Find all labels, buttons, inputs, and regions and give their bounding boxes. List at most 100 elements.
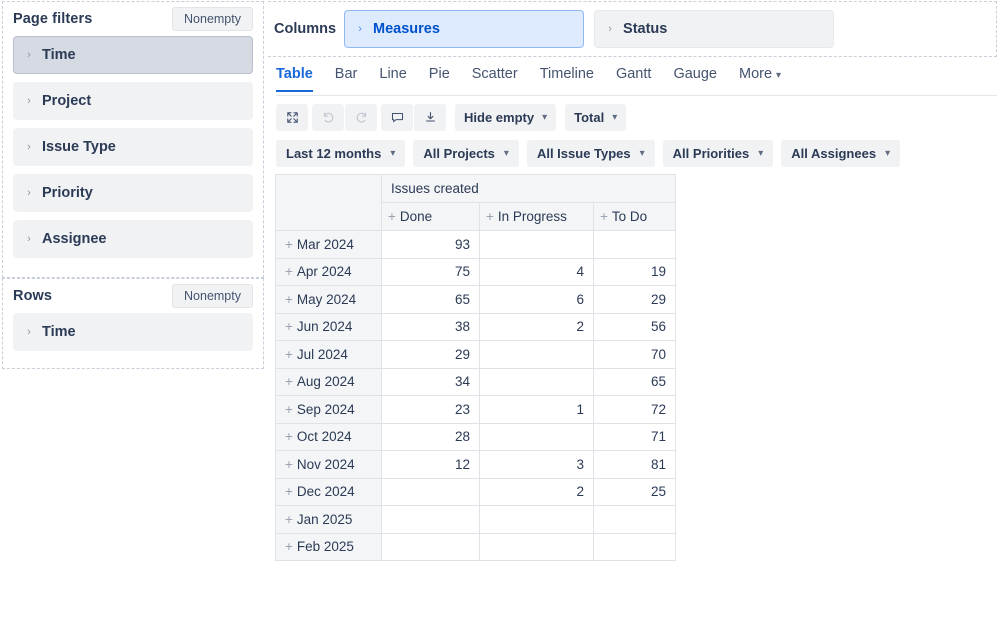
- pivot-row-header-feb-2025[interactable]: + Feb 2025: [275, 532, 382, 561]
- pivot-cell[interactable]: [381, 532, 480, 561]
- pivot-cell[interactable]: 25: [593, 477, 676, 506]
- pivot-cell[interactable]: 93: [381, 230, 480, 259]
- pivot-table-head: Issues created + Done + In Progress + To Do: [275, 174, 676, 231]
- pivot-cell[interactable]: [479, 340, 594, 369]
- pivot-cell[interactable]: [479, 367, 594, 396]
- pivot-cell[interactable]: [381, 505, 480, 534]
- pivot-cell[interactable]: 71: [593, 422, 676, 451]
- pivot-cell[interactable]: [479, 532, 594, 561]
- pivot-column-header-done[interactable]: + Done: [381, 202, 480, 231]
- pivot-row-header-dec-2024[interactable]: + Dec 2024: [275, 477, 382, 506]
- pivot-row-header-sep-2024[interactable]: + Sep 2024: [275, 395, 382, 424]
- undo-button[interactable]: [312, 104, 344, 131]
- rows-field-time[interactable]: › Time: [13, 313, 253, 351]
- pivot-cell[interactable]: 81: [593, 450, 676, 479]
- tab-table[interactable]: Table: [276, 63, 313, 92]
- rows-dropzone[interactable]: Rows Nonempty › Time: [2, 278, 264, 369]
- field-chip-label: Priority: [42, 185, 93, 201]
- pivot-cell[interactable]: 3: [479, 450, 594, 479]
- table-row: + Jul 2024 29 70: [275, 340, 676, 369]
- pivot-cell[interactable]: 19: [593, 257, 676, 286]
- pivot-row-header-jul-2024[interactable]: + Jul 2024: [275, 340, 382, 369]
- pivot-cell[interactable]: 34: [381, 367, 480, 396]
- tab-scatter[interactable]: Scatter: [472, 63, 518, 91]
- pivot-cell[interactable]: [593, 505, 676, 534]
- pivot-row-header-may-2024[interactable]: + May 2024: [275, 285, 382, 314]
- download-button[interactable]: [414, 104, 446, 131]
- pivot-row-header-aug-2024[interactable]: + Aug 2024: [275, 367, 382, 396]
- page-filters-dropzone[interactable]: Page filters Nonempty › Time › Project › Issu…: [2, 1, 264, 278]
- hide-empty-dropdown[interactable]: Hide empty ▾: [455, 104, 557, 131]
- pivot-cell[interactable]: 2: [479, 312, 594, 341]
- pivot-cell[interactable]: 2: [479, 477, 594, 506]
- pivot-cell[interactable]: [479, 230, 594, 259]
- pivot-cell[interactable]: 72: [593, 395, 676, 424]
- columns-dropzone[interactable]: Columns › Measures › Status: [268, 1, 997, 57]
- comment-button[interactable]: [381, 104, 413, 131]
- pivot-cell[interactable]: 56: [593, 312, 676, 341]
- table-row: + Nov 2024 12 3 81: [275, 450, 676, 479]
- chevron-right-icon: ›: [27, 187, 31, 199]
- rows-nonempty-button[interactable]: Nonempty: [172, 283, 253, 309]
- pivot-cell[interactable]: 28: [381, 422, 480, 451]
- pivot-row-header-mar-2024[interactable]: + Mar 2024: [275, 230, 382, 259]
- pivot-cell[interactable]: 4: [479, 257, 594, 286]
- redo-button[interactable]: [345, 104, 377, 131]
- pivot-cell[interactable]: 12: [381, 450, 480, 479]
- pivot-cell[interactable]: 23: [381, 395, 480, 424]
- pivot-row-header-label: Sep 2024: [296, 401, 355, 417]
- page-filter-project[interactable]: › Project: [13, 82, 253, 120]
- tab-pie[interactable]: Pie: [429, 63, 450, 91]
- pivot-row-header-jun-2024[interactable]: + Jun 2024: [275, 312, 382, 341]
- filter-chip-label: All Issue Types: [536, 146, 631, 161]
- filter-chip-all-issue-types[interactable]: All Issue Types ▾: [526, 140, 655, 167]
- filter-chip-all-assignees[interactable]: All Assignees ▾: [781, 140, 901, 167]
- pivot-cell[interactable]: 70: [593, 340, 676, 369]
- pivot-row-header-label: Feb 2025: [296, 539, 354, 555]
- pivot-cell[interactable]: 1: [479, 395, 594, 424]
- pivot-cell[interactable]: [593, 532, 676, 561]
- table-row: + Feb 2025: [275, 532, 676, 561]
- page-filter-time[interactable]: › Time: [13, 36, 253, 74]
- pivot-cell[interactable]: 38: [381, 312, 480, 341]
- tab-line[interactable]: Line: [379, 63, 406, 91]
- page-filter-issue-type[interactable]: › Issue Type: [13, 128, 253, 166]
- tab-gantt[interactable]: Gantt: [616, 63, 651, 91]
- page-filter-assignee[interactable]: › Assignee: [13, 220, 253, 258]
- pivot-cell[interactable]: 65: [593, 367, 676, 396]
- page-filter-priority[interactable]: › Priority: [13, 174, 253, 212]
- filter-chip-all-priorities[interactable]: All Priorities ▾: [662, 140, 774, 167]
- tab-bar[interactable]: Bar: [335, 63, 358, 91]
- column-chip-status[interactable]: › Status: [594, 10, 835, 48]
- table-row: + May 2024 65 6 29: [275, 285, 676, 314]
- filter-chip-all-projects[interactable]: All Projects ▾: [413, 140, 519, 167]
- total-dropdown[interactable]: Total ▾: [565, 104, 627, 131]
- pivot-row-header-nov-2024[interactable]: + Nov 2024: [275, 450, 382, 479]
- tab-label: Scatter: [471, 66, 518, 82]
- pivot-cell[interactable]: 75: [381, 257, 480, 286]
- pivot-row-header-jan-2025[interactable]: + Jan 2025: [275, 505, 382, 534]
- pivot-cell[interactable]: 65: [381, 285, 480, 314]
- pivot-cell[interactable]: [381, 477, 480, 506]
- page-filters-nonempty-button[interactable]: Nonempty: [172, 6, 253, 32]
- pivot-column-header-in-progress[interactable]: + In Progress: [479, 202, 594, 231]
- pivot-cell[interactable]: 6: [479, 285, 594, 314]
- field-chip-label: Time: [42, 324, 76, 340]
- tab-gauge[interactable]: Gauge: [673, 63, 717, 91]
- table-row: + Jan 2025: [275, 505, 676, 534]
- undo-icon: [323, 112, 333, 123]
- pivot-row-header-apr-2024[interactable]: + Apr 2024: [275, 257, 382, 286]
- pivot-cell[interactable]: [479, 422, 594, 451]
- filter-chip-last-12-months[interactable]: Last 12 months ▾: [276, 140, 406, 167]
- pivot-cell[interactable]: 29: [381, 340, 480, 369]
- pivot-cell[interactable]: [593, 230, 676, 259]
- pivot-cell[interactable]: 29: [593, 285, 676, 314]
- tab-timeline[interactable]: Timeline: [540, 63, 594, 91]
- column-chip-measures[interactable]: › Measures: [344, 10, 585, 48]
- fullscreen-button[interactable]: [276, 104, 308, 131]
- pivot-row-header-oct-2024[interactable]: + Oct 2024: [275, 422, 382, 451]
- tab-more[interactable]: More ▾: [739, 63, 781, 91]
- pivot-column-header-to-do[interactable]: + To Do: [593, 202, 676, 231]
- table-row: + Oct 2024 28 71: [275, 422, 676, 451]
- pivot-cell[interactable]: [479, 505, 594, 534]
